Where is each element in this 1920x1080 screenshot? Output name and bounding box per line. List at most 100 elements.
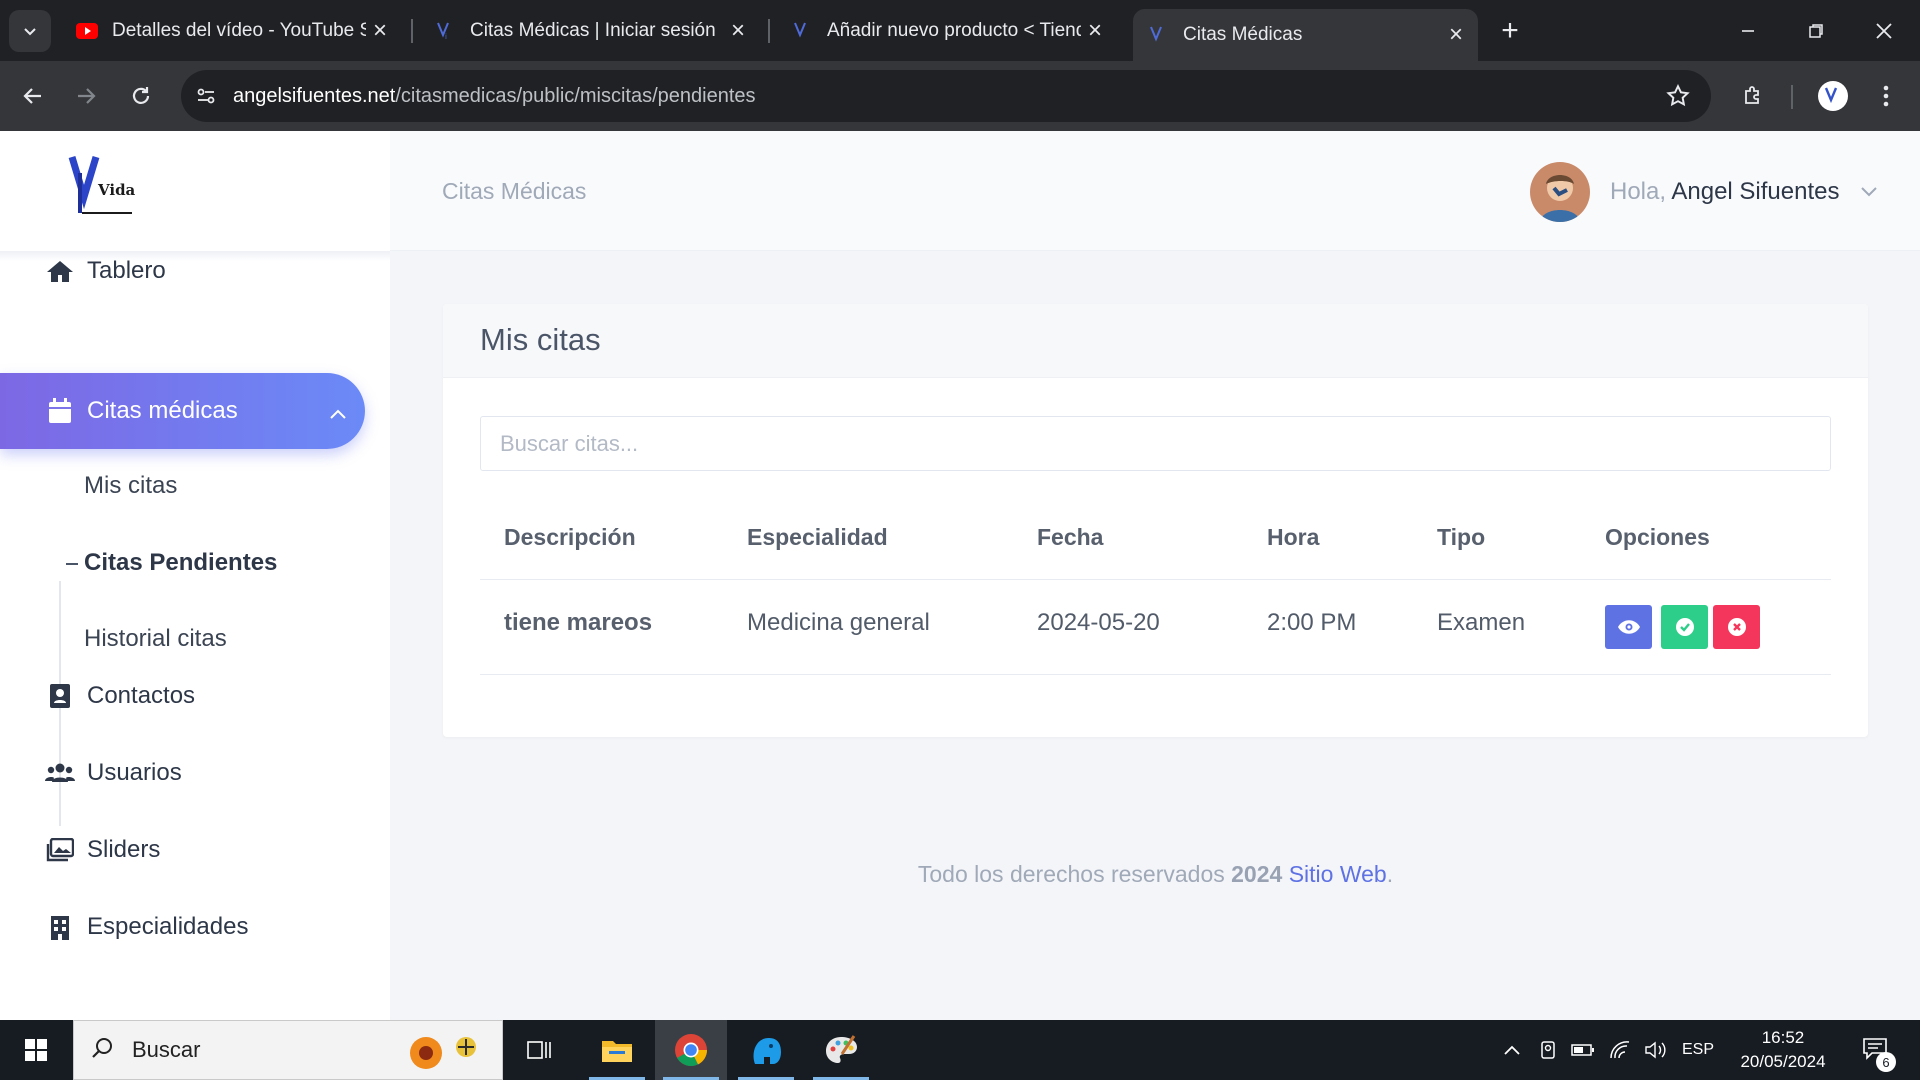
volume-tray-icon[interactable] [1640, 1020, 1672, 1080]
x-circle-icon [1727, 618, 1746, 636]
forward-button[interactable] [68, 78, 104, 114]
bookmark-star-icon[interactable] [1665, 83, 1691, 114]
column-header: Tipo [1437, 524, 1486, 550]
close-icon[interactable]: × [366, 17, 394, 45]
footer: Todo los derechos reservados 2024 Sitio … [917, 861, 1394, 887]
app-title[interactable]: Citas Médicas [442, 178, 586, 205]
tray-overflow-button[interactable] [1496, 1020, 1528, 1080]
eye-icon [1617, 620, 1640, 634]
site-favicon-icon [1147, 24, 1169, 46]
tab-label: Citas Médicas [1183, 24, 1303, 45]
sidebar: Vida Tablero Citas médicas Mis citas Cit… [0, 131, 390, 1020]
puzzle-icon [1745, 86, 1759, 104]
column-header: Fecha [1037, 524, 1104, 550]
notifications-button[interactable]: 6 [1852, 1020, 1902, 1080]
search-input[interactable] [480, 416, 1831, 471]
sidebar-item-contactos[interactable]: Contactos [0, 658, 365, 734]
task-view-button[interactable] [503, 1020, 575, 1080]
cell-especialidad: Medicina general [747, 609, 930, 636]
browser-menu-button[interactable] [1868, 78, 1904, 114]
footer-site-link[interactable]: Sitio Web [1289, 861, 1387, 887]
accept-button[interactable] [1661, 605, 1708, 649]
chrome-taskbar-button[interactable] [655, 1020, 727, 1080]
browser-tab-bar: Detalles del vídeo - YouTube St × i Cita… [0, 0, 1920, 61]
column-header: Hora [1267, 524, 1320, 550]
taskbar-search-label: Buscar [132, 1037, 201, 1062]
view-button[interactable] [1605, 605, 1652, 649]
sidebar-item-label: Contactos [87, 682, 196, 709]
extensions-button[interactable] [1735, 78, 1771, 114]
cell-fecha: 2024-05-20 [1037, 609, 1160, 636]
site-logo[interactable]: Vida [68, 153, 144, 221]
address-bar[interactable]: angelsifuentes.net/citasmedicas/public/m… [181, 70, 1711, 122]
sidebar-item-usuarios[interactable]: Usuarios [0, 735, 365, 811]
chevron-down-icon [24, 28, 36, 36]
svg-text:Vida: Vida [97, 181, 136, 199]
sidebar-item-label: Sliders [87, 836, 161, 863]
clock[interactable]: 16:52 20/05/2024 [1718, 1026, 1848, 1074]
minimize-button[interactable] [1714, 0, 1782, 61]
user-greeting[interactable]: Hola, Angel Sifuentes [1610, 178, 1840, 206]
language-indicator[interactable]: ESP [1678, 1020, 1718, 1080]
profile-avatar-button[interactable] [1815, 78, 1851, 114]
tab-label: Detalles del vídeo - YouTube St [112, 19, 366, 41]
camera-icon [1541, 1041, 1555, 1059]
new-tab-button[interactable]: + [1492, 13, 1528, 49]
chevron-up-icon [1504, 1045, 1520, 1055]
reload-button[interactable] [123, 78, 159, 114]
tab-citas-medicas[interactable]: Citas Médicas × [1133, 9, 1478, 61]
sidebar-item-sliders[interactable]: Sliders [0, 812, 365, 888]
close-icon [1876, 22, 1892, 39]
sidebar-item-citas-medicas[interactable]: Citas médicas [0, 373, 365, 449]
submenu-item-mis-citas[interactable]: Mis citas [84, 472, 177, 500]
notification-count-badge: 6 [1876, 1052, 1896, 1072]
submenu-item-historial-citas[interactable]: Historial citas [84, 625, 227, 653]
submenu-item-citas-pendientes[interactable]: Citas Pendientes [84, 549, 277, 577]
cancel-button[interactable] [1713, 605, 1760, 649]
battery-tray-icon[interactable] [1568, 1020, 1598, 1080]
close-icon[interactable]: × [1442, 21, 1470, 49]
tab-login[interactable]: i Citas Médicas | Iniciar sesión × [420, 9, 760, 52]
tab-product[interactable]: Añadir nuevo producto < Tiend × [777, 9, 1117, 52]
restore-icon [1809, 23, 1823, 38]
tab-search-button[interactable] [9, 10, 51, 52]
restore-button[interactable] [1782, 0, 1850, 61]
tab-youtube[interactable]: Detalles del vídeo - YouTube St × [62, 9, 402, 52]
speaker-icon [1645, 1041, 1666, 1059]
cell-descripcion: tiene mareos [504, 609, 653, 636]
users-icon [44, 757, 76, 789]
tab-label: Citas Médicas | Iniciar sesión [470, 19, 716, 41]
chevron-down-icon[interactable] [1860, 185, 1878, 203]
minimize-icon [1742, 29, 1754, 32]
sidebar-item-especialidades[interactable]: Especialidades [0, 889, 365, 965]
close-icon[interactable]: × [724, 17, 752, 45]
site-info-icon[interactable] [193, 83, 219, 109]
close-icon[interactable]: × [1081, 17, 1109, 45]
home-icon [44, 255, 76, 287]
avatar[interactable] [1530, 162, 1590, 222]
check-circle-icon [1675, 618, 1694, 636]
start-button[interactable] [0, 1020, 72, 1080]
meet-now-tray-icon[interactable] [1534, 1020, 1564, 1080]
site-favicon-icon: i [434, 20, 456, 42]
chevron-up-icon [329, 399, 347, 427]
browser-toolbar: angelsifuentes.net/citasmedicas/public/m… [0, 61, 1920, 131]
close-window-button[interactable] [1850, 0, 1918, 61]
reload-icon [132, 87, 150, 104]
column-header: Opciones [1605, 524, 1710, 550]
taskbar-search[interactable]: Buscar [73, 1020, 503, 1080]
wifi-tray-icon[interactable] [1604, 1020, 1636, 1080]
sidebar-item-label: Citas médicas [87, 397, 238, 424]
back-button[interactable] [15, 78, 51, 114]
file-explorer-button[interactable] [581, 1020, 653, 1080]
app-taskbar-button[interactable] [730, 1020, 802, 1080]
paint-taskbar-button[interactable] [805, 1020, 877, 1080]
tab-label: Añadir nuevo producto < Tiend [827, 19, 1081, 41]
youtube-icon [76, 20, 98, 42]
sidebar-item-tablero[interactable]: Tablero [0, 233, 365, 309]
arrow-left-icon [23, 88, 41, 104]
user-name: Angel Sifuentes [1671, 178, 1840, 205]
windows-icon [25, 1039, 47, 1061]
calendar-icon [44, 395, 76, 427]
task-view-icon [527, 1041, 551, 1059]
